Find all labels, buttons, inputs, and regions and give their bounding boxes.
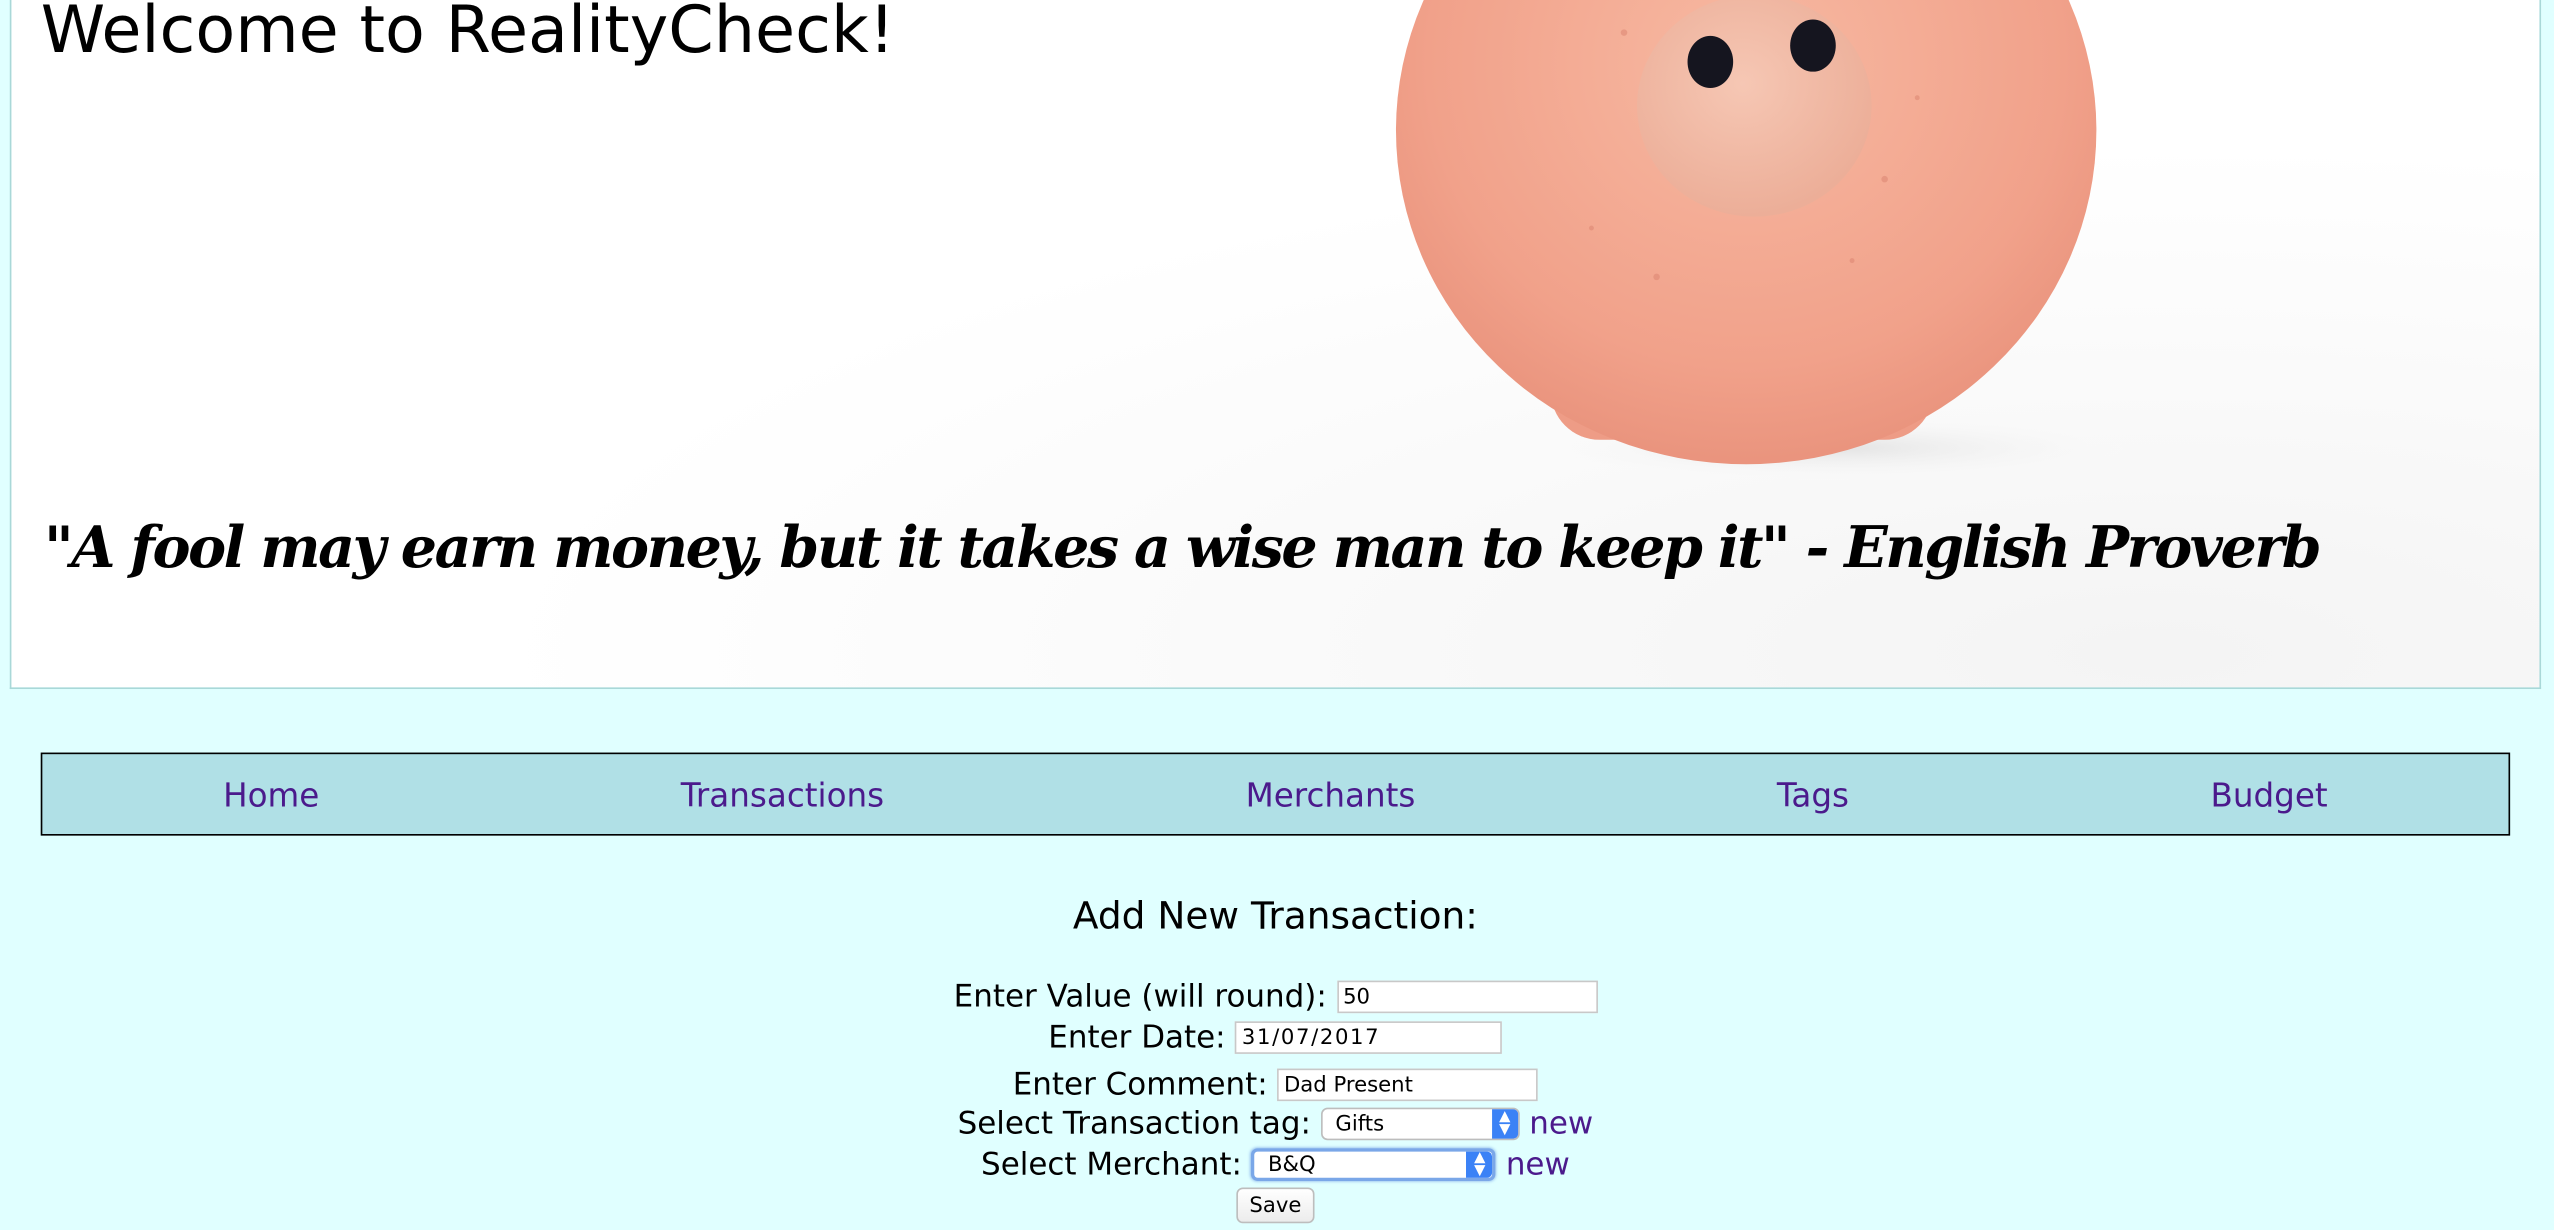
- merchant-select-value: B&Q: [1267, 1152, 1316, 1177]
- nav-item-budget[interactable]: Budget: [2210, 775, 2327, 814]
- comment-input[interactable]: [1277, 1068, 1539, 1102]
- hero-quote: "A fool may earn money, but it takes a w…: [43, 514, 2322, 582]
- comment-row: Enter Comment:: [0, 1067, 2551, 1103]
- value-row: Enter Value (will round):: [0, 979, 2551, 1015]
- nav-item-home[interactable]: Home: [223, 775, 319, 814]
- main-nav: Home Transactions Merchants Tags Budget: [40, 752, 2511, 836]
- value-label: Enter Value (will round):: [953, 978, 1327, 1015]
- page: Welcome to RealityCheck! "A fool may ear…: [0, 0, 2554, 1230]
- tag-row: Select Transaction tag: Gifts ▲ ▼ new: [0, 1106, 2551, 1142]
- date-row: Enter Date:: [0, 1020, 2551, 1056]
- tag-label: Select Transaction tag:: [957, 1106, 1311, 1142]
- select-arrows-icon: ▲ ▼: [1466, 1151, 1493, 1179]
- tag-select-value: Gifts: [1335, 1111, 1385, 1137]
- date-label: Enter Date:: [1048, 1019, 1226, 1056]
- merchant-row: Select Merchant: B&Q ▲ ▼ new: [0, 1147, 2551, 1183]
- hero-banner: Welcome to RealityCheck! "A fool may ear…: [9, 0, 2542, 690]
- nav-item-tags[interactable]: Tags: [1777, 775, 1849, 814]
- value-input[interactable]: [1336, 980, 1598, 1014]
- form-title: Add New Transaction:: [1072, 895, 1478, 939]
- save-button[interactable]: Save: [1236, 1187, 1315, 1224]
- date-input[interactable]: [1235, 1021, 1503, 1054]
- nav-item-transactions[interactable]: Transactions: [681, 775, 884, 814]
- merchant-label: Select Merchant:: [981, 1146, 1242, 1183]
- new-merchant-link[interactable]: new: [1506, 1147, 1570, 1183]
- tag-select[interactable]: Gifts ▲ ▼: [1320, 1107, 1520, 1141]
- site-title: Welcome to RealityCheck!: [40, 0, 895, 69]
- select-arrows-icon: ▲ ▼: [1491, 1109, 1518, 1139]
- merchant-select[interactable]: B&Q ▲ ▼: [1251, 1148, 1497, 1181]
- comment-label: Enter Comment:: [1012, 1066, 1268, 1103]
- nav-item-merchants[interactable]: Merchants: [1246, 775, 1416, 814]
- piggy-bank-image: [1396, 0, 2129, 484]
- new-tag-link[interactable]: new: [1529, 1106, 1593, 1142]
